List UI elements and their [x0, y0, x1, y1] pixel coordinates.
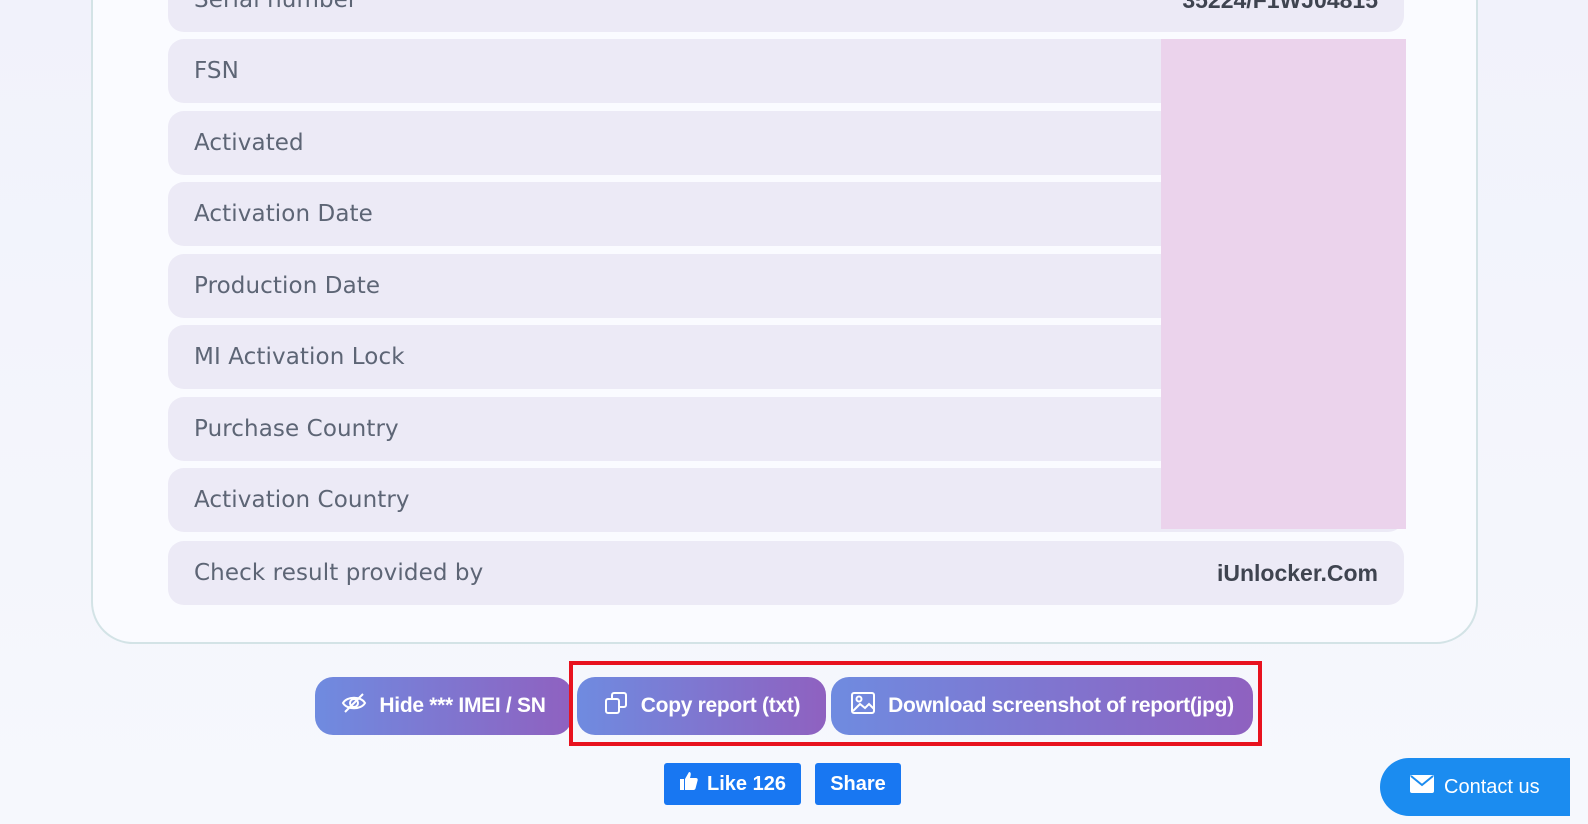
- facebook-like-button[interactable]: Like 126: [664, 763, 801, 805]
- row-label: Serial number: [194, 0, 358, 13]
- report-row-provided-by: Check result provided by iUnlocker.Com: [168, 541, 1404, 605]
- report-row-serial-number: Serial number 35224/F1WJ04815: [168, 0, 1404, 32]
- row-value: 35224/F1WJ04815: [1182, 0, 1378, 14]
- hide-imei-button[interactable]: Hide *** IMEI / SN: [315, 677, 572, 735]
- like-label: Like 126: [707, 772, 786, 795]
- highlight-box: [569, 661, 1262, 746]
- row-value: iUnlocker.Com: [1216, 559, 1378, 586]
- facebook-share-button[interactable]: Share: [815, 763, 901, 805]
- row-label: Production Date: [194, 273, 381, 299]
- row-label: Activation Country: [194, 487, 410, 513]
- eye-slash-icon: [341, 690, 367, 722]
- row-label: Purchase Country: [194, 416, 399, 442]
- row-label: FSN: [194, 58, 239, 84]
- hide-imei-label: Hide *** IMEI / SN: [379, 694, 546, 717]
- thumbs-up-icon: [679, 771, 699, 797]
- row-label: Activated: [194, 130, 304, 156]
- contact-us-button[interactable]: Contact us: [1380, 758, 1570, 816]
- share-label: Share: [830, 772, 886, 795]
- contact-us-label: Contact us: [1444, 775, 1540, 798]
- envelope-icon: [1410, 775, 1434, 799]
- row-label: Check result provided by: [194, 560, 484, 586]
- redaction-mask: [1161, 39, 1406, 529]
- row-label: MI Activation Lock: [194, 344, 405, 370]
- row-label: Activation Date: [194, 201, 373, 227]
